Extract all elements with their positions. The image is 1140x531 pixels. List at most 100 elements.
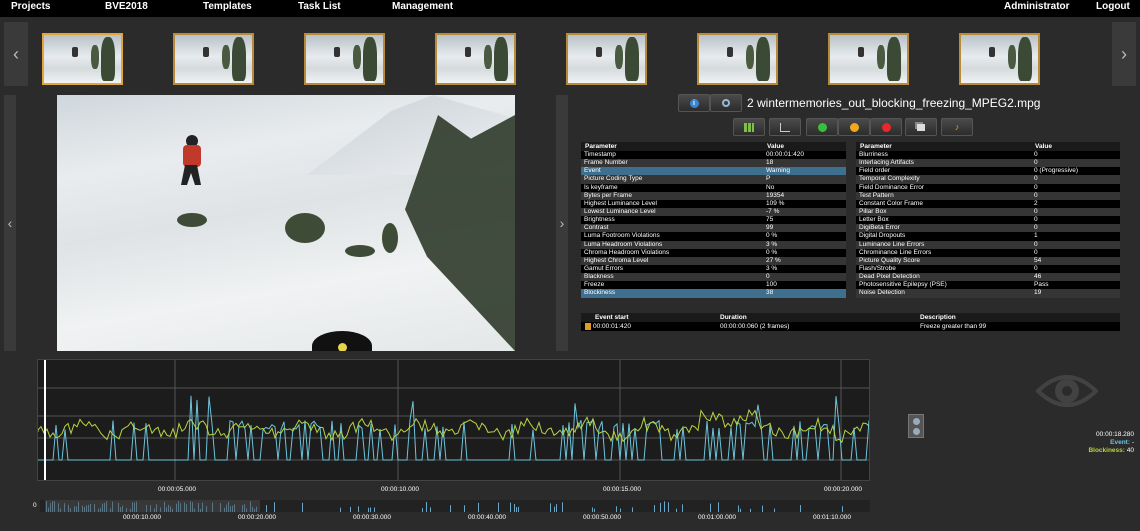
parameter-row[interactable]: Highest Chroma Level 27 % xyxy=(581,256,846,265)
nav-management[interactable]: Management xyxy=(392,1,453,12)
overview-label: 00:00:50.000 xyxy=(583,514,621,521)
thumbnail-8[interactable] xyxy=(959,33,1040,85)
parameter-row[interactable]: Constant Color Frame 2 xyxy=(856,199,1120,208)
overview-bar xyxy=(514,503,515,512)
parameter-value: 19 xyxy=(1031,289,1120,298)
parameter-row[interactable]: Letter Box 0 xyxy=(856,216,1120,225)
table-view-button[interactable] xyxy=(733,118,765,136)
parameter-row[interactable]: Event Warning xyxy=(581,167,846,176)
parameter-row[interactable]: Luma Footroom Violations 0 % xyxy=(581,232,846,241)
thumbnail-3[interactable] xyxy=(304,33,385,85)
chart-view-button[interactable] xyxy=(769,118,801,136)
parameter-value: 46 xyxy=(1031,273,1120,282)
overview-bar xyxy=(738,505,739,512)
thumbnail-4[interactable] xyxy=(435,33,516,85)
parameter-row[interactable]: Gamut Errors 3 % xyxy=(581,264,846,274)
nav-task-list[interactable]: Task List xyxy=(298,1,341,12)
nav-bve2018[interactable]: BVE2018 xyxy=(105,1,148,12)
filter-red-button[interactable] xyxy=(870,118,902,136)
parameter-row[interactable]: Digital Dropouts 1 xyxy=(856,232,1120,241)
overview-label: 00:00:40.000 xyxy=(468,514,506,521)
parameter-row[interactable]: Timestamp 00:00:01:420 xyxy=(581,151,846,160)
parameter-row[interactable]: Test Pattern 0 xyxy=(856,191,1120,200)
thumbnail-2[interactable] xyxy=(173,33,254,85)
parameter-value: 00:00:01:420 xyxy=(763,151,846,160)
parameter-row[interactable]: DigiBeta Error 0 xyxy=(856,224,1120,233)
metric-timeline[interactable]: 00:00:05.000 00:00:10.000 00:00:15.000 0… xyxy=(37,359,870,493)
parameter-row[interactable]: Chroma Headroom Violations 0 % xyxy=(581,248,846,257)
parameter-name: Constant Color Frame xyxy=(856,199,1031,208)
column-header: Value xyxy=(763,142,846,151)
thumbnail-6[interactable] xyxy=(697,33,778,85)
parameter-row[interactable]: Contrast 99 xyxy=(581,224,846,233)
zoom-out-icon[interactable] xyxy=(913,428,920,435)
chevron-right-icon[interactable]: › xyxy=(1112,22,1136,86)
overview-bar xyxy=(430,507,431,512)
parameter-row[interactable]: Luminance Line Errors 0 xyxy=(856,240,1120,249)
thumbnail-7[interactable] xyxy=(828,33,909,85)
parameter-row[interactable]: Lowest Luminance Level -7 % xyxy=(581,207,846,217)
event-row[interactable]: 00:00:01:420 00:00:00:060 (2 frames) Fre… xyxy=(581,322,1120,331)
overview-bar xyxy=(518,506,519,512)
overview-bar xyxy=(350,506,351,512)
parameter-name: Dead Pixel Detection xyxy=(856,273,1031,282)
parameter-table-right: Parameter Value Blurriness 0 Interlacing A… xyxy=(856,142,1120,298)
parameter-row[interactable]: Freeze 100 xyxy=(581,281,846,290)
parameter-value: 0 xyxy=(1031,207,1120,217)
chevron-left-icon[interactable]: ‹ xyxy=(4,22,28,86)
nav-templates[interactable]: Templates xyxy=(203,1,252,12)
overview-bar xyxy=(370,507,371,512)
nav-administrator[interactable]: Administrator xyxy=(1004,1,1070,12)
column-header: Parameter xyxy=(581,142,763,151)
parameter-row[interactable]: Picture Quality Score 54 xyxy=(856,256,1120,265)
prev-frame-icon[interactable]: ‹ xyxy=(4,95,16,351)
readout-metric-label: Blockiness: xyxy=(1088,447,1125,454)
parameter-row[interactable]: Luma Headroom Violations 3 % xyxy=(581,240,846,249)
overview-selection-handle[interactable] xyxy=(45,500,260,512)
parameter-value: 0 xyxy=(1031,248,1120,257)
parameter-row[interactable]: Pillar Box 0 xyxy=(856,207,1120,217)
parameter-row[interactable]: Dead Pixel Detection 46 xyxy=(856,273,1120,282)
parameter-row[interactable]: Picture Coding Type P xyxy=(581,175,846,184)
parameter-row[interactable]: Chrominance Line Errors 0 xyxy=(856,248,1120,257)
parameter-name: Interlacing Artifacts xyxy=(856,159,1031,168)
overview-bar xyxy=(668,502,669,512)
parameter-row[interactable]: Brightness 75 xyxy=(581,216,846,225)
copy-button[interactable] xyxy=(905,118,937,136)
thumbnail-1[interactable] xyxy=(42,33,123,85)
nav-projects[interactable]: Projects xyxy=(11,1,50,12)
info-button[interactable]: i xyxy=(678,94,710,112)
parameter-row[interactable]: Noise Detection 19 xyxy=(856,289,1120,298)
parameter-row[interactable]: Is keyframe No xyxy=(581,183,846,192)
overview-scrollbar[interactable] xyxy=(40,500,870,512)
parameter-value: 54 xyxy=(1031,256,1120,265)
nav-logout[interactable]: Logout xyxy=(1096,1,1130,12)
parameter-row[interactable]: Field Dominance Error 0 xyxy=(856,183,1120,192)
parameter-row[interactable]: Blockiness 38 xyxy=(581,289,846,298)
thumbnail-5[interactable] xyxy=(566,33,647,85)
parameter-row[interactable]: Flash/Strobe 0 xyxy=(856,264,1120,274)
parameter-row[interactable]: Highest Luminance Level 109 % xyxy=(581,199,846,208)
parameter-row[interactable]: Interlacing Artifacts 0 xyxy=(856,159,1120,168)
video-frame[interactable] xyxy=(57,95,515,351)
parameter-value: 19354 xyxy=(763,191,846,200)
parameter-name: Picture Quality Score xyxy=(856,256,1031,265)
parameter-row[interactable]: Frame Number 18 xyxy=(581,159,846,168)
overview-bar xyxy=(358,506,359,512)
sound-button[interactable]: ♪ xyxy=(941,118,973,136)
parameter-row[interactable]: Blurriness 0 xyxy=(856,151,1120,160)
parameter-row[interactable]: Temporal Complexity 0 xyxy=(856,175,1120,184)
parameter-row[interactable]: Field order 0 (Progressive) xyxy=(856,167,1120,176)
parameter-row[interactable]: Bytes per Frame 19354 xyxy=(581,191,846,200)
parameter-row[interactable]: Blackness 0 xyxy=(581,273,846,282)
overview-bar xyxy=(676,508,677,512)
overview-bar xyxy=(274,502,275,512)
zoom-in-icon[interactable] xyxy=(913,418,920,425)
zoom-buttons[interactable] xyxy=(908,414,924,438)
next-frame-icon[interactable]: › xyxy=(556,95,568,351)
filter-yellow-button[interactable] xyxy=(838,118,870,136)
filter-green-button[interactable] xyxy=(806,118,838,136)
search-button[interactable] xyxy=(710,94,742,112)
parameter-row[interactable]: Photosensitive Epilepsy (PSE) Pass xyxy=(856,281,1120,290)
event-description: Freeze greater than 99 xyxy=(916,322,1120,331)
